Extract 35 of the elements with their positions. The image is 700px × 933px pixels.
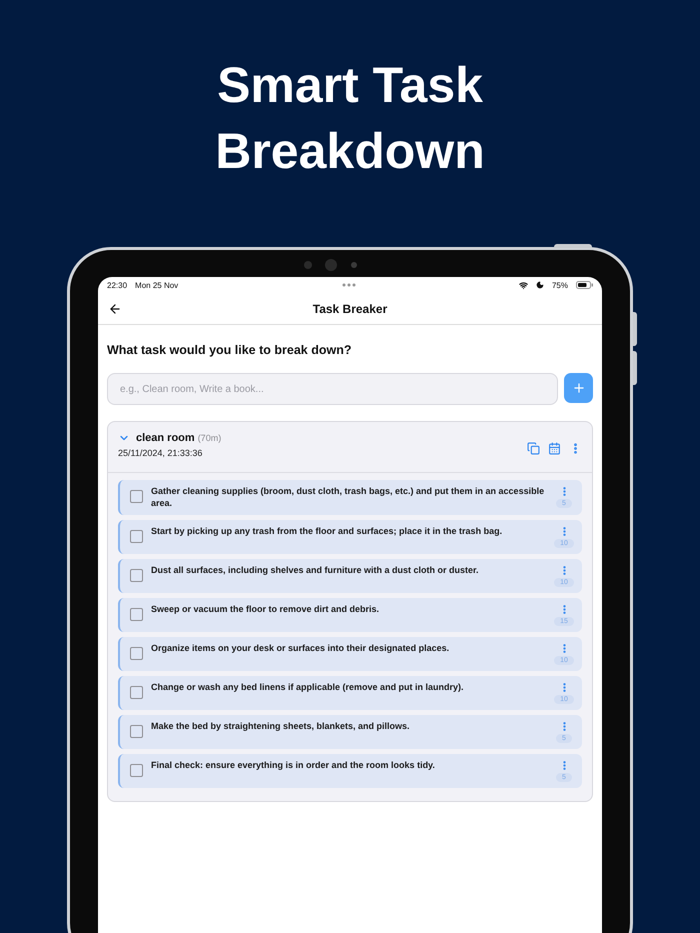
nav-title: Task Breaker (312, 302, 388, 316)
checkbox[interactable] (130, 725, 143, 738)
subtask-text: Final check: ensure everything is in order and the room looks tidy. (151, 760, 436, 772)
subtask-text: Gather cleaning supplies (broom, dust cloth, trash bags, etc.) and put them in an accessible area. (151, 486, 546, 509)
subtask-text: Start by picking up any trash from the floor and surfaces; place it in the trash bag. (151, 526, 504, 538)
prompt-text: What task would you like to break down? (107, 343, 352, 357)
moon-icon (536, 281, 544, 289)
checkbox[interactable] (130, 569, 143, 582)
checkbox[interactable] (130, 647, 143, 660)
plus-icon (572, 381, 586, 395)
subtask-text: Change or wash any bed linens if applicable (remove and put in laundry). (151, 682, 465, 694)
copy-icon[interactable] (527, 442, 540, 455)
task-input-field[interactable]: e.g., Clean room, Write a book... (107, 373, 558, 405)
task-duration: (70m) (198, 433, 222, 443)
subtask-text: Sweep or vacuum the floor to remove dirt and debris. (151, 604, 380, 616)
checkbox[interactable] (130, 764, 143, 777)
battery-percent: 75% (552, 280, 568, 290)
wifi-icon (518, 280, 528, 290)
subtask-text: Make the bed by straightening sheets, blankets, and pillows. (151, 721, 411, 732)
battery-icon (576, 281, 593, 289)
calendar-icon[interactable] (548, 442, 561, 455)
checkbox[interactable] (130, 490, 143, 503)
checkbox[interactable] (130, 686, 143, 699)
task-name: clean room (136, 432, 195, 444)
task-timestamp: 25/11/2024, 21:33:36 (118, 448, 204, 458)
checkbox[interactable] (130, 530, 143, 543)
subtask-text: Organize items on your desk or surfaces into their designated places. (151, 643, 450, 654)
more-icon (342, 283, 356, 287)
status-date: Mon 25 Nov (135, 280, 178, 290)
headline: Smart Task Breakdown (214, 56, 486, 181)
add-button[interactable] (564, 373, 593, 403)
back-button[interactable] (108, 302, 122, 316)
checkbox[interactable] (130, 608, 143, 621)
status-time: 22:30 (107, 280, 128, 290)
subtask-text: Dust all surfaces, including shelves and furniture with a dust cloth or duster. (151, 565, 480, 576)
